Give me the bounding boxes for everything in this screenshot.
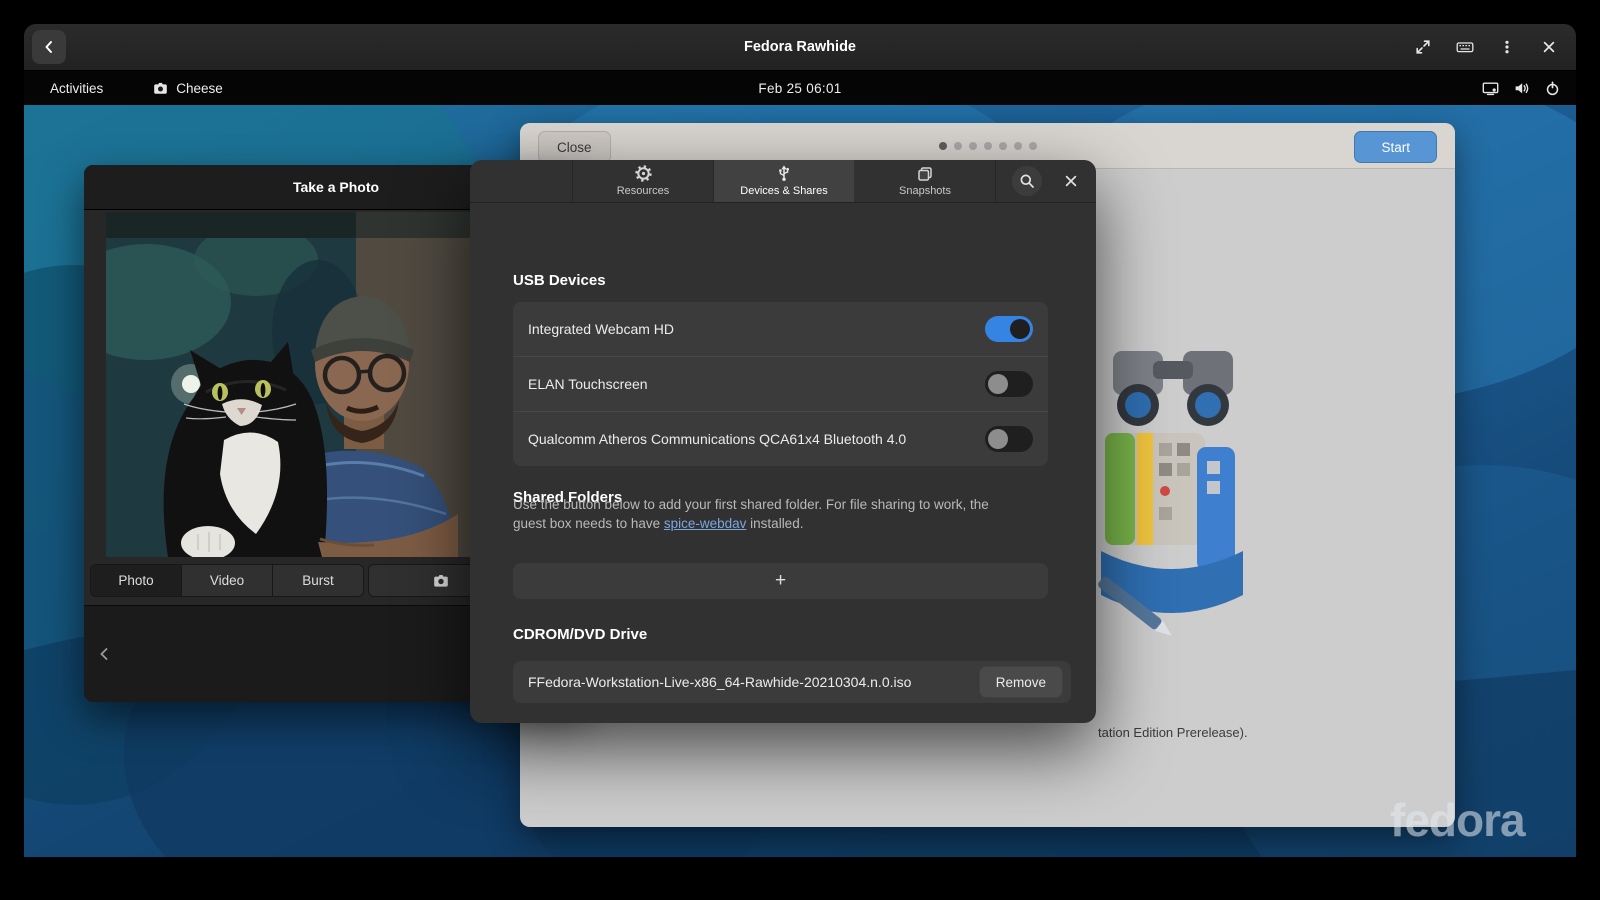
spice-webdav-link[interactable]: spice-webdav [664, 516, 747, 531]
camera-app-icon [153, 82, 168, 95]
plus-icon: + [775, 570, 786, 592]
filmstrip-prev-button[interactable] [92, 640, 116, 668]
usb-device-name: ELAN Touchscreen [528, 376, 648, 392]
add-shared-folder-button[interactable]: + [513, 563, 1048, 599]
usb-device-toggle[interactable] [985, 426, 1033, 452]
keyboard-button[interactable] [1448, 30, 1482, 64]
usb-device-name: Qualcomm Atheros Communications QCA61x4 … [528, 431, 906, 447]
usb-device-toggle[interactable] [985, 316, 1033, 342]
pager-dot [1029, 142, 1037, 150]
usb-device-toggle[interactable] [985, 371, 1033, 397]
wizard-close-button[interactable]: Close [538, 131, 611, 163]
titlebar-actions [1406, 30, 1566, 64]
tab-devices-shares-label: Devices & Shares [740, 185, 827, 197]
pager-dot [954, 142, 962, 150]
close-window-button[interactable] [1532, 30, 1566, 64]
usb-device-row: ELAN Touchscreen [513, 356, 1048, 411]
cdrom-row: FFedora-Workstation-Live-x86_64-Rawhide-… [513, 661, 1071, 703]
tab-devices-shares[interactable]: Devices & Shares [714, 160, 855, 202]
mode-photo-button[interactable]: Photo [90, 564, 182, 597]
shared-description-line1: Use the button below to add your first s… [513, 497, 989, 512]
usb-devices-list: Integrated Webcam HD ELAN Touchscreen Qu… [513, 302, 1048, 466]
wizard-partial-text: tation Edition Prerelease). [1098, 725, 1248, 740]
kebab-menu-icon [1499, 39, 1515, 55]
remove-iso-button[interactable]: Remove [979, 666, 1063, 698]
back-button[interactable] [32, 30, 66, 64]
window-title: Fedora Rawhide [24, 24, 1576, 70]
gear-icon [635, 165, 652, 182]
mode-video-button[interactable]: Video [182, 564, 273, 597]
tab-resources-label: Resources [617, 185, 670, 197]
shared-description-line2: guest box needs to have [513, 516, 664, 531]
dialog-header: Resources Devices & Shares Snapshots [470, 160, 1096, 203]
usb-device-row: Integrated Webcam HD [513, 302, 1048, 356]
close-icon [1063, 173, 1079, 189]
fullscreen-button[interactable] [1406, 30, 1440, 64]
fedora-prerelease-artwork [1093, 339, 1255, 659]
clock[interactable]: Feb 25 06:01 [758, 81, 841, 96]
usb-icon [776, 165, 792, 182]
power-icon [1545, 81, 1560, 96]
pager-dot [984, 142, 992, 150]
properties-dialog: Resources Devices & Shares Snapshots [470, 160, 1096, 723]
dialog-body: USB Devices Integrated Webcam HD ELAN To… [470, 203, 1096, 724]
camera-shutter-icon [433, 574, 449, 588]
wizard-pager [939, 142, 1037, 150]
pager-dot [939, 142, 947, 150]
boxes-window: Fedora Rawhide Activities [24, 24, 1576, 857]
shell-panel: Activities Cheese Feb 25 06:01 [24, 71, 1576, 106]
tab-snapshots[interactable]: Snapshots [855, 160, 996, 202]
close-icon [1541, 39, 1557, 55]
screen-share-icon [1482, 81, 1499, 96]
titlebar: Fedora Rawhide [24, 24, 1576, 71]
pager-dot [1014, 142, 1022, 150]
activities-button[interactable]: Activities [42, 77, 111, 100]
snapshots-icon [917, 166, 933, 182]
usb-device-row: Qualcomm Atheros Communications QCA61x4 … [513, 411, 1048, 466]
screen: Fedora Rawhide Activities [0, 0, 1600, 900]
usb-devices-heading: USB Devices [513, 272, 606, 289]
keyboard-icon [1456, 39, 1474, 55]
app-menu-button[interactable]: Cheese [153, 81, 223, 96]
wizard-start-button[interactable]: Start [1354, 131, 1437, 163]
dialog-close-button[interactable] [1056, 166, 1086, 196]
chevron-left-icon [97, 646, 111, 662]
back-icon [41, 39, 57, 55]
menu-button[interactable] [1490, 30, 1524, 64]
app-menu-label: Cheese [176, 81, 223, 96]
volume-icon [1514, 81, 1530, 96]
pager-dot [999, 142, 1007, 150]
pager-dot [969, 142, 977, 150]
dialog-tabs: Resources Devices & Shares Snapshots [572, 160, 996, 202]
fullscreen-icon [1415, 39, 1431, 55]
shared-folders-description: Use the button below to add your first s… [513, 495, 1028, 533]
iso-filename: FFedora-Workstation-Live-x86_64-Rawhide-… [528, 674, 911, 690]
cdrom-heading: CDROM/DVD Drive [513, 626, 647, 643]
system-status-area[interactable] [1482, 81, 1560, 96]
shared-description-suffix: installed. [746, 516, 803, 531]
cheese-title: Take a Photo [293, 179, 379, 195]
tab-resources[interactable]: Resources [572, 160, 714, 202]
search-icon [1019, 173, 1035, 189]
tab-snapshots-label: Snapshots [899, 185, 951, 197]
search-button[interactable] [1012, 166, 1042, 196]
mode-burst-button[interactable]: Burst [273, 564, 364, 597]
desktop: Close Start [24, 105, 1576, 857]
wallpaper-watermark: fedora [1390, 793, 1525, 847]
usb-device-name: Integrated Webcam HD [528, 321, 674, 337]
